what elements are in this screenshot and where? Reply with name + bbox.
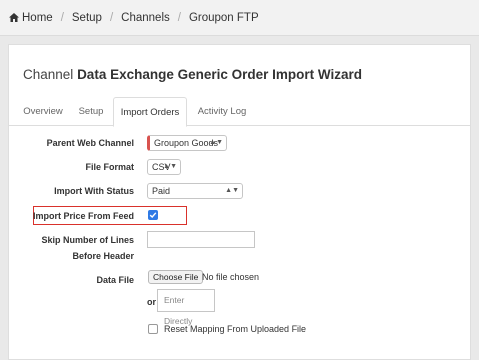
file-format-label: File Format — [85, 162, 134, 172]
skip-lines-input[interactable] — [147, 231, 255, 248]
breadcrumb-separator: / — [60, 11, 64, 24]
breadcrumb-separator: / — [109, 11, 114, 24]
select-arrows-icon: ▲▼ — [163, 163, 177, 170]
title-main: Data Exchange Generic Order Import Wizar… — [77, 67, 363, 82]
import-price-label: Import Price From Feed — [32, 211, 134, 221]
breadcrumb-setup[interactable]: Setup — [72, 12, 102, 24]
tab-setup[interactable]: Setup — [73, 97, 109, 126]
tab-bar: Overview Setup Import Orders Activity Lo… — [9, 97, 470, 127]
tab-activity-log[interactable]: Activity Log — [191, 97, 253, 126]
file-format-select[interactable]: CSV ▲▼ — [147, 159, 181, 175]
home-icon — [9, 13, 19, 22]
parent-web-channel-select[interactable]: Groupon Goods ▲▼ — [147, 135, 227, 151]
skip-lines-label-2: Before Header — [72, 251, 134, 261]
data-file-label: Data File — [96, 275, 134, 285]
page-title: Channel Data Exchange Generic Order Impo… — [23, 67, 362, 82]
breadcrumb-home[interactable]: Home — [22, 12, 53, 24]
breadcrumb-groupon-ftp: Groupon FTP — [188, 11, 259, 24]
no-file-chosen-text: No file chosen — [202, 272, 260, 282]
breadcrumb-channels[interactable]: Channels — [121, 12, 170, 24]
enter-directly-input[interactable]: Enter Directly — [157, 289, 215, 326]
or-label: or — [147, 297, 156, 307]
tab-overview[interactable]: Overview — [17, 97, 69, 126]
breadcrumb-separator: / — [177, 11, 181, 24]
reset-mapping-label: Reset Mapping From Uploaded File — [164, 324, 307, 334]
import-with-status-value: Paid — [152, 186, 171, 196]
skip-lines-label: Skip Number of Lines — [41, 235, 134, 245]
wizard-panel: Channel Data Exchange Generic Order Impo… — [8, 44, 471, 360]
select-arrows-icon: ▲▼ — [209, 139, 223, 146]
parent-web-channel-label: Parent Web Channel — [46, 138, 134, 148]
choose-file-button[interactable]: Choose File — [148, 270, 204, 284]
title-prefix: Channel — [23, 67, 74, 82]
tab-import-orders[interactable]: Import Orders — [113, 97, 187, 127]
reset-mapping-checkbox[interactable] — [148, 324, 158, 334]
breadcrumb: Home / Setup / Channels / Groupon FTP — [0, 0, 479, 36]
select-arrows-icon: ▲▼ — [225, 187, 239, 194]
import-price-checkbox[interactable] — [148, 210, 158, 220]
import-with-status-select[interactable]: Paid ▲▼ — [147, 183, 243, 199]
checkmark-icon — [149, 212, 157, 219]
import-with-status-label: Import With Status — [54, 186, 134, 196]
